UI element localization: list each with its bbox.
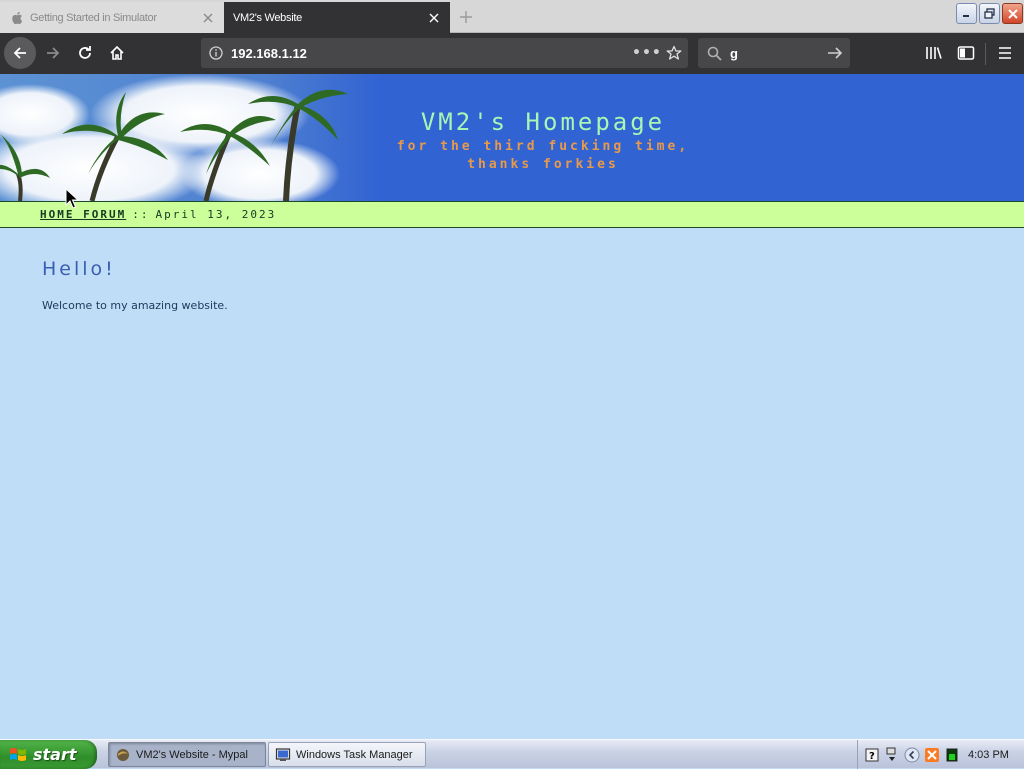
site-nav-bar: HOME FORUM :: April 13, 2023: [0, 201, 1024, 228]
library-icon[interactable]: [922, 41, 946, 65]
url-text[interactable]: 192.168.1.12: [231, 46, 632, 61]
taskbar: start VM2's Website - Mypal Windows Task…: [0, 739, 1024, 769]
close-window-button[interactable]: [1002, 3, 1023, 24]
apple-icon: [10, 11, 24, 25]
back-arrow-icon: [13, 47, 26, 59]
nav-date: April 13, 2023: [155, 208, 277, 221]
page-body-text: Welcome to my amazing website.: [42, 299, 228, 312]
forward-arrow-icon: [47, 47, 60, 59]
home-forum-link[interactable]: HOME FORUM: [40, 208, 126, 221]
network-icon[interactable]: [884, 747, 900, 763]
forward-button[interactable]: [37, 37, 69, 69]
windows-flag-icon: [10, 747, 26, 761]
reload-icon: [79, 46, 91, 59]
page-actions-icon[interactable]: •••: [632, 45, 661, 61]
search-icon: [698, 46, 730, 61]
tab-title: VM2's Website: [233, 11, 302, 24]
restore-button[interactable]: [979, 3, 1000, 24]
page-heading: Hello!: [42, 258, 116, 280]
hamburger-menu-icon[interactable]: [993, 41, 1017, 65]
site-banner: VM2's Homepage for the third fucking tim…: [0, 74, 1024, 201]
search-input[interactable]: g: [730, 46, 820, 61]
info-icon[interactable]: [201, 46, 231, 60]
banner-text: VM2's Homepage for the third fucking tim…: [380, 108, 706, 174]
close-icon: [1007, 8, 1018, 19]
reload-button[interactable]: [69, 37, 101, 69]
web-page: VM2's Homepage for the third fucking tim…: [0, 74, 1024, 739]
restore-icon: [984, 8, 995, 19]
home-icon: [110, 45, 124, 60]
new-tab-button[interactable]: [452, 4, 480, 30]
xampp-icon[interactable]: [924, 747, 940, 763]
start-label: start: [33, 745, 77, 764]
taskbar-item-label: Windows Task Manager: [296, 748, 413, 761]
back-button[interactable]: [4, 37, 36, 69]
clock[interactable]: 4:03 PM: [968, 749, 1009, 761]
search-bar[interactable]: g: [698, 38, 850, 68]
address-bar[interactable]: 192.168.1.12 •••: [201, 38, 688, 68]
tab-vm2-website[interactable]: VM2's Website: [224, 2, 450, 33]
bookmark-star-icon[interactable]: [660, 45, 688, 61]
minimize-button[interactable]: [956, 3, 977, 24]
plus-icon: [460, 11, 472, 23]
close-tab-icon[interactable]: [196, 6, 220, 30]
home-button[interactable]: [101, 37, 133, 69]
site-title: VM2's Homepage: [420, 108, 666, 136]
toolbar-divider: [985, 43, 986, 65]
task-manager-icon: [275, 747, 291, 761]
site-subtitle-line-1: for the third fucking time,: [396, 139, 690, 154]
palm-trees-image: [0, 74, 380, 201]
nav-separator: ::: [132, 208, 150, 221]
help-icon[interactable]: ?: [864, 747, 880, 763]
svg-text:?: ?: [869, 751, 875, 762]
site-subtitle-line-2: thanks forkies: [467, 157, 619, 172]
tab-getting-started[interactable]: Getting Started in Simulator: [0, 2, 224, 33]
search-go-arrow-icon[interactable]: [820, 46, 850, 60]
taskbar-item-label: VM2's Website - Mypal: [136, 748, 248, 761]
taskbar-item-task-manager[interactable]: Windows Task Manager: [268, 742, 426, 767]
minimize-icon: [963, 15, 969, 17]
tab-title: Getting Started in Simulator: [30, 11, 157, 24]
sidebar-icon[interactable]: [954, 41, 978, 65]
start-button[interactable]: start: [0, 740, 97, 769]
taskbar-item-browser[interactable]: VM2's Website - Mypal: [108, 742, 266, 767]
system-tray: ? 4:03 PM: [857, 740, 1024, 769]
close-tab-icon[interactable]: [422, 6, 446, 30]
mouse-cursor-icon: [65, 188, 79, 209]
tab-strip: Getting Started in Simulator VM2's Websi…: [0, 0, 1024, 33]
task-manager-tray-icon[interactable]: [944, 747, 960, 763]
mypal-browser-icon: [117, 748, 129, 761]
navigation-toolbar: 192.168.1.12 ••• g: [0, 33, 1024, 74]
show-hidden-icons-chevron-icon[interactable]: [904, 747, 920, 763]
